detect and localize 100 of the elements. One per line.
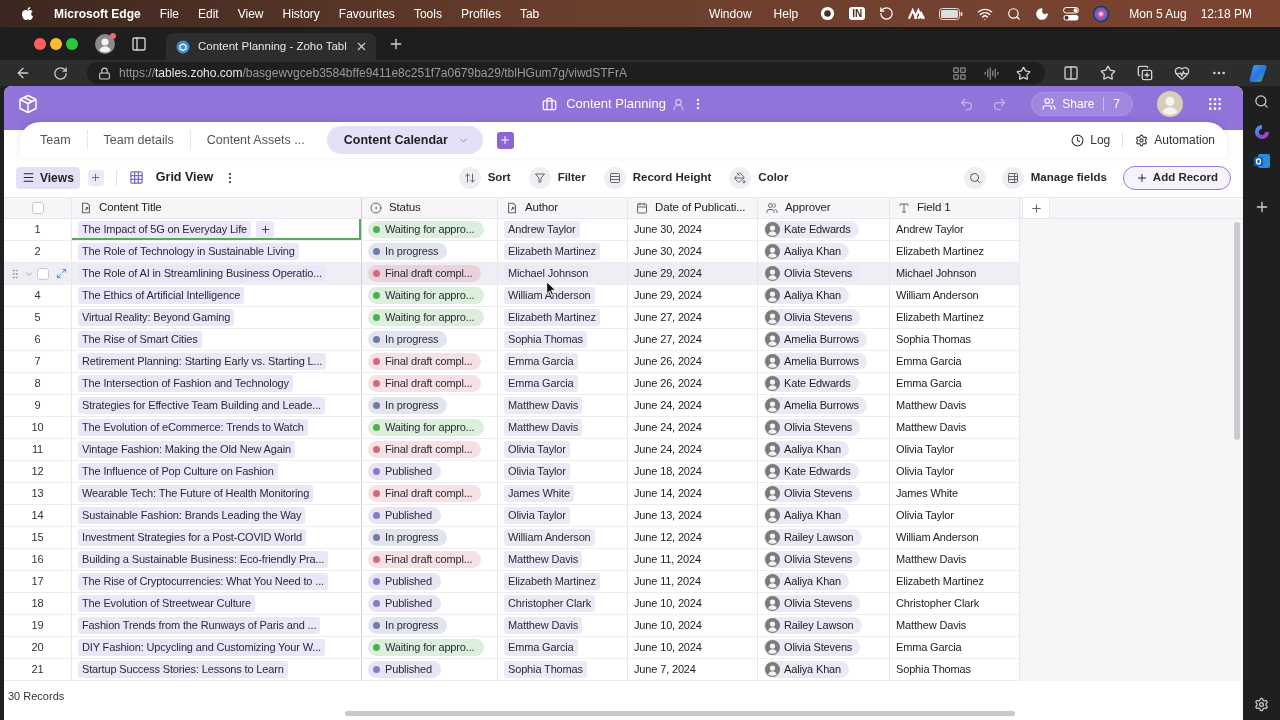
profile-avatar[interactable] <box>95 33 115 54</box>
title-cell[interactable]: The Rise of Smart Cities <box>72 329 362 350</box>
search-icon[interactable] <box>1254 94 1269 109</box>
zoom-window-button[interactable] <box>66 37 78 50</box>
back-icon[interactable] <box>15 65 31 81</box>
title-cell[interactable]: Virtual Reality: Beyond Gaming <box>72 307 362 328</box>
column-header[interactable]: Content Title <box>99 199 162 217</box>
add-field-button[interactable] <box>1022 198 1050 218</box>
title-cell[interactable]: Startup Success Stories: Lessons to Learn <box>72 659 362 680</box>
menu-item[interactable]: Edit <box>198 4 219 23</box>
cube-logo-icon[interactable] <box>18 94 38 114</box>
color-button[interactable]: Color <box>729 166 789 189</box>
address-field[interactable]: https://tables.zoho.com/basgewvgceb3584bffe9411e8c251f7a0679ba29/tblHGum7g/viwdSTFrA <box>87 62 1045 84</box>
manage-fields-button[interactable]: Manage fields <box>1001 166 1107 189</box>
menu-item[interactable]: Tab <box>519 4 540 23</box>
expand-icon[interactable] <box>55 268 67 279</box>
star-icon[interactable] <box>1016 65 1031 81</box>
column-header[interactable]: Status <box>389 199 421 217</box>
title-cell[interactable]: The Intersection of Fashion and Technology <box>72 373 362 394</box>
title-cell[interactable]: The Evolution of Streetwear Culture <box>72 593 362 614</box>
select-all-checkbox[interactable] <box>31 202 44 214</box>
menu-bar-time[interactable]: 12:18 PM <box>1200 4 1252 23</box>
view-tab[interactable]: Team details <box>87 126 190 154</box>
menu-bar-date[interactable]: Mon 5 Aug <box>1129 4 1187 23</box>
browser-tab[interactable]: Content Planning - Zoho Tabl <box>166 33 376 60</box>
app-menu[interactable]: Microsoft Edge <box>54 4 141 23</box>
title-cell[interactable]: Sustainable Fashion: Brands Leading the Way <box>72 505 362 526</box>
apps-icon[interactable] <box>952 65 967 81</box>
menu-item[interactable]: File <box>159 4 179 23</box>
view-tab[interactable]: Team <box>24 126 87 154</box>
control-center-icon[interactable] <box>1063 6 1080 21</box>
battery-icon[interactable] <box>939 7 964 20</box>
view-tab[interactable]: Content Calendar <box>326 126 483 154</box>
menu-item[interactable]: Tools <box>413 4 442 23</box>
settings-icon[interactable] <box>1254 697 1269 712</box>
workspace-title[interactable]: Content Planning <box>566 94 666 114</box>
menu-item[interactable]: Favourites <box>338 4 395 23</box>
input-source-badge[interactable]: IN <box>849 7 866 20</box>
gradient-logo-icon[interactable] <box>1253 124 1270 140</box>
audio-lines-icon[interactable] <box>984 65 999 81</box>
user-avatar[interactable] <box>1157 91 1183 117</box>
vertical-scrollbar[interactable] <box>1234 222 1240 440</box>
apple-logo-icon[interactable] <box>20 6 35 21</box>
copy-plus-icon[interactable] <box>1137 65 1153 81</box>
title-cell[interactable]: The Ethics of Artificial Intelligence <box>72 285 362 306</box>
sidebar-toggle-icon[interactable] <box>131 35 147 52</box>
menu-item[interactable]: View <box>237 4 264 23</box>
view-name[interactable]: Grid View <box>155 168 214 187</box>
add-link-button[interactable] <box>256 221 275 238</box>
views-button[interactable]: Views <box>16 166 80 189</box>
title-cell[interactable]: The Influence of Pop Culture on Fashion <box>72 461 362 482</box>
add-view-button[interactable] <box>87 169 104 186</box>
title-cell[interactable]: The Evolution of eCommerce: Trends to Watch <box>72 417 362 438</box>
apps-grid-icon[interactable] <box>1207 96 1223 112</box>
gradient-logo-icon[interactable] <box>1249 64 1269 82</box>
column-header[interactable]: Date of Publicati... <box>655 199 746 217</box>
siri-orb-icon[interactable] <box>1093 5 1110 22</box>
title-cell[interactable]: Fashion Trends from the Runways of Paris and ... <box>72 615 362 636</box>
record-height-button[interactable]: Record Height <box>603 166 712 189</box>
search-icon[interactable] <box>1007 6 1022 21</box>
status-label: Waiting for appro... <box>385 420 475 436</box>
reload-icon[interactable] <box>53 65 68 81</box>
title-cell[interactable]: The Rise of Cryptocurrencies: What You Need to ... <box>72 571 362 592</box>
title-cell[interactable]: DIY Fashion: Upcycling and Customizing Your W... <box>72 637 362 658</box>
view-tab[interactable]: Content Assets ... <box>190 126 321 154</box>
title-cell[interactable]: The Role of AI in Streamlining Business Operatio... <box>72 263 362 284</box>
mail-app-icon[interactable] <box>1253 153 1270 169</box>
people-icon <box>1042 97 1057 111</box>
title-cell[interactable]: The Impact of 5G on Everyday Life <box>72 219 362 240</box>
record-icon[interactable] <box>820 6 836 21</box>
title-cell[interactable]: Retirement Planning: Starting Early vs. Starting L... <box>72 351 362 372</box>
star-icon[interactable] <box>1100 65 1116 81</box>
menu-item[interactable]: Help <box>773 4 799 23</box>
automation-button[interactable]: Automation <box>1135 131 1215 149</box>
minimize-window-button[interactable] <box>50 37 62 50</box>
moon-icon[interactable] <box>1035 6 1050 21</box>
menu-item[interactable]: Window <box>708 4 752 23</box>
title-cell[interactable]: Investment Strategies for a Post-COVID World <box>72 527 362 548</box>
title-cell[interactable]: Vintage Fashion: Making the Old New Again <box>72 439 362 460</box>
menu-item[interactable]: History <box>282 4 320 23</box>
title-cell[interactable]: Wearable Tech: The Future of Health Monitoring <box>72 483 362 504</box>
filter-button[interactable]: Filter <box>528 166 586 189</box>
row-checkbox[interactable] <box>36 267 49 280</box>
log-button[interactable]: Log <box>1071 131 1111 149</box>
title-cell[interactable]: Building a Sustainable Business: Eco-friendly Pra... <box>72 549 362 570</box>
title-cell[interactable]: Strategies for Effective Team Building and Leade... <box>72 395 362 416</box>
heart-pulse-icon[interactable] <box>1174 65 1190 81</box>
sort-button[interactable]: Sort <box>458 166 511 189</box>
rotate-arrow-icon[interactable] <box>879 6 895 21</box>
column-header[interactable]: Field 1 <box>917 199 951 217</box>
add-tab-button[interactable] <box>496 131 514 149</box>
horizontal-scrollbar[interactable] <box>345 711 1015 716</box>
column-header[interactable]: Author <box>525 199 558 217</box>
menu-item[interactable]: Profiles <box>460 4 501 23</box>
close-window-button[interactable] <box>34 37 46 50</box>
mountain-logo-icon[interactable] <box>908 7 926 20</box>
add-record-button[interactable]: Add Record <box>1122 165 1231 190</box>
title-cell[interactable]: The Role of Technology in Sustainable Living <box>72 241 362 262</box>
column-header[interactable]: Approver <box>785 199 831 217</box>
split-screen-icon[interactable] <box>1063 65 1079 81</box>
